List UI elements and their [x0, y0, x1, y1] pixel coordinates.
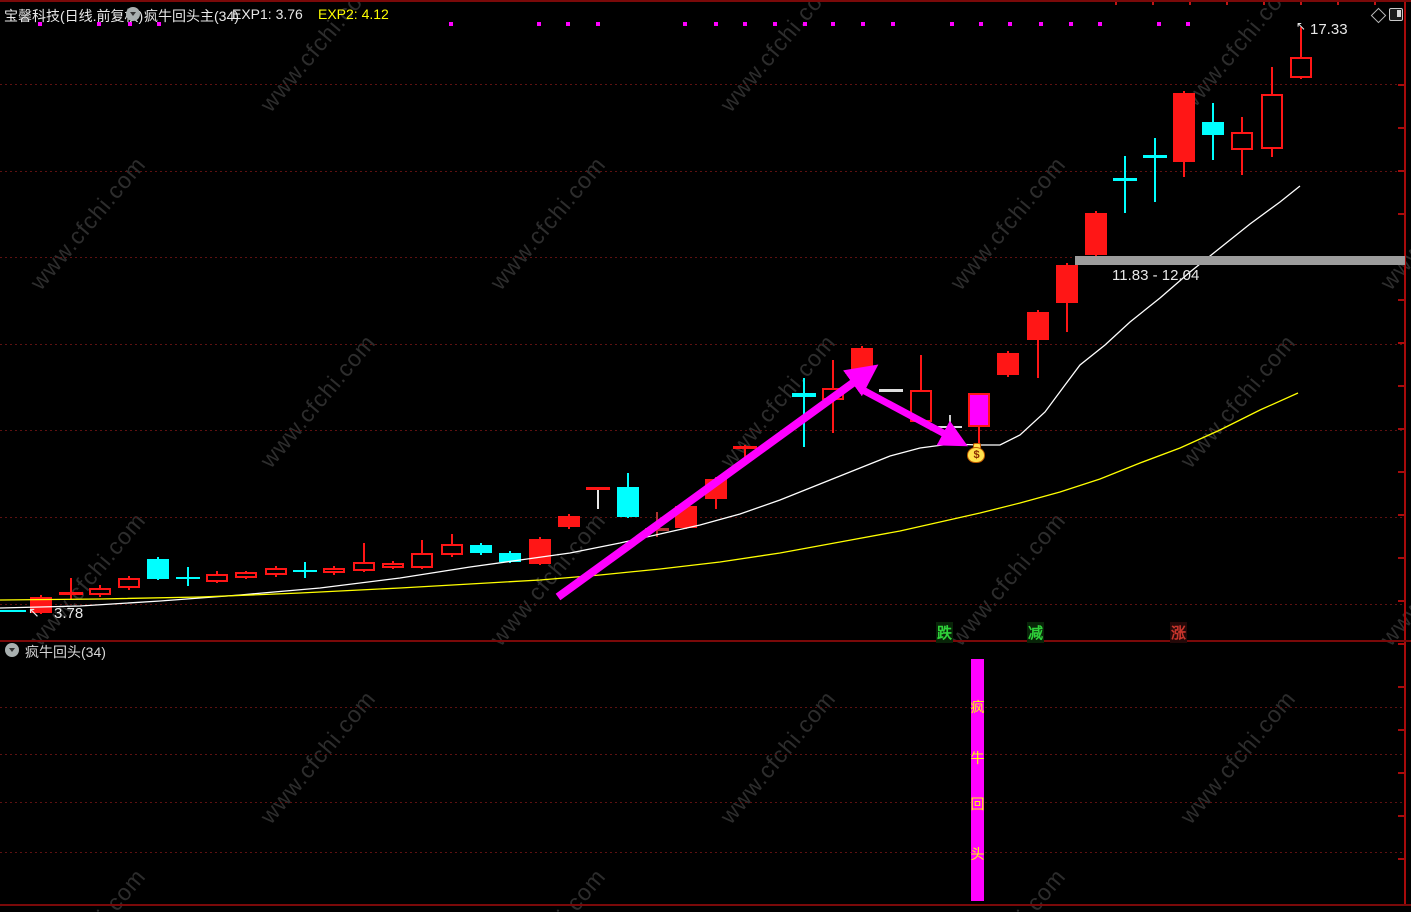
tag-reduce: 减: [1027, 622, 1045, 643]
high-price-label: 17.33: [1310, 21, 1348, 38]
money-bag-icon: $: [966, 443, 987, 464]
signal-dot: [891, 22, 895, 26]
stock-chart-app: www.cfchi.com www.cfchi.com www.cfchi.com w…: [0, 0, 1411, 912]
signal-dot: [979, 22, 983, 26]
signal-bar-char: 牛: [970, 750, 985, 766]
pullback-arrow: [859, 385, 968, 447]
signal-dot: [1069, 22, 1073, 26]
signal-bar-char: 头: [970, 846, 985, 862]
high-arrow-icon: ↖: [1296, 19, 1307, 33]
subpanel-title[interactable]: 疯牛回头(34): [25, 642, 106, 662]
signal-bar-char: 回: [970, 796, 985, 812]
signal-dot: [97, 22, 101, 26]
signal-dot: [1098, 22, 1102, 26]
signal-dot: [1039, 22, 1043, 26]
signal-bar-char: 疯: [970, 699, 985, 715]
signal-dot: [449, 22, 453, 26]
signal-dot: [157, 22, 161, 26]
signal-dot: [773, 22, 777, 26]
signal-dot: [1157, 22, 1161, 26]
signal-dot: [537, 22, 541, 26]
collapse-subpanel-icon[interactable]: [5, 643, 19, 657]
signal-dot: [683, 22, 687, 26]
tag-rise: 涨: [1170, 622, 1188, 643]
range-highlight-bar: [1075, 256, 1405, 265]
signal-dot: [950, 22, 954, 26]
signal-dot: [38, 22, 42, 26]
annotation-arrows: [555, 364, 968, 601]
signal-dot: [1008, 22, 1012, 26]
signal-dot: [128, 22, 132, 26]
signal-dot: [566, 22, 570, 26]
signal-dot: [803, 22, 807, 26]
low-marker-dash: [0, 610, 26, 612]
up-trend-arrow: [555, 364, 879, 601]
signal-dot: [743, 22, 747, 26]
range-label: 11.83 - 12.04: [1112, 267, 1200, 284]
signal-dot: [831, 22, 835, 26]
dollar-symbol: $: [973, 449, 980, 461]
signal-dot: [861, 22, 865, 26]
signal-dot: [596, 22, 600, 26]
low-price-label: 3.78: [54, 605, 84, 622]
signal-dot: [1186, 22, 1190, 26]
signal-dot: [714, 22, 718, 26]
tag-fall: 跌: [936, 622, 954, 643]
signal-histogram-bar: [971, 659, 984, 901]
low-arrow-icon: ↖: [28, 604, 40, 620]
